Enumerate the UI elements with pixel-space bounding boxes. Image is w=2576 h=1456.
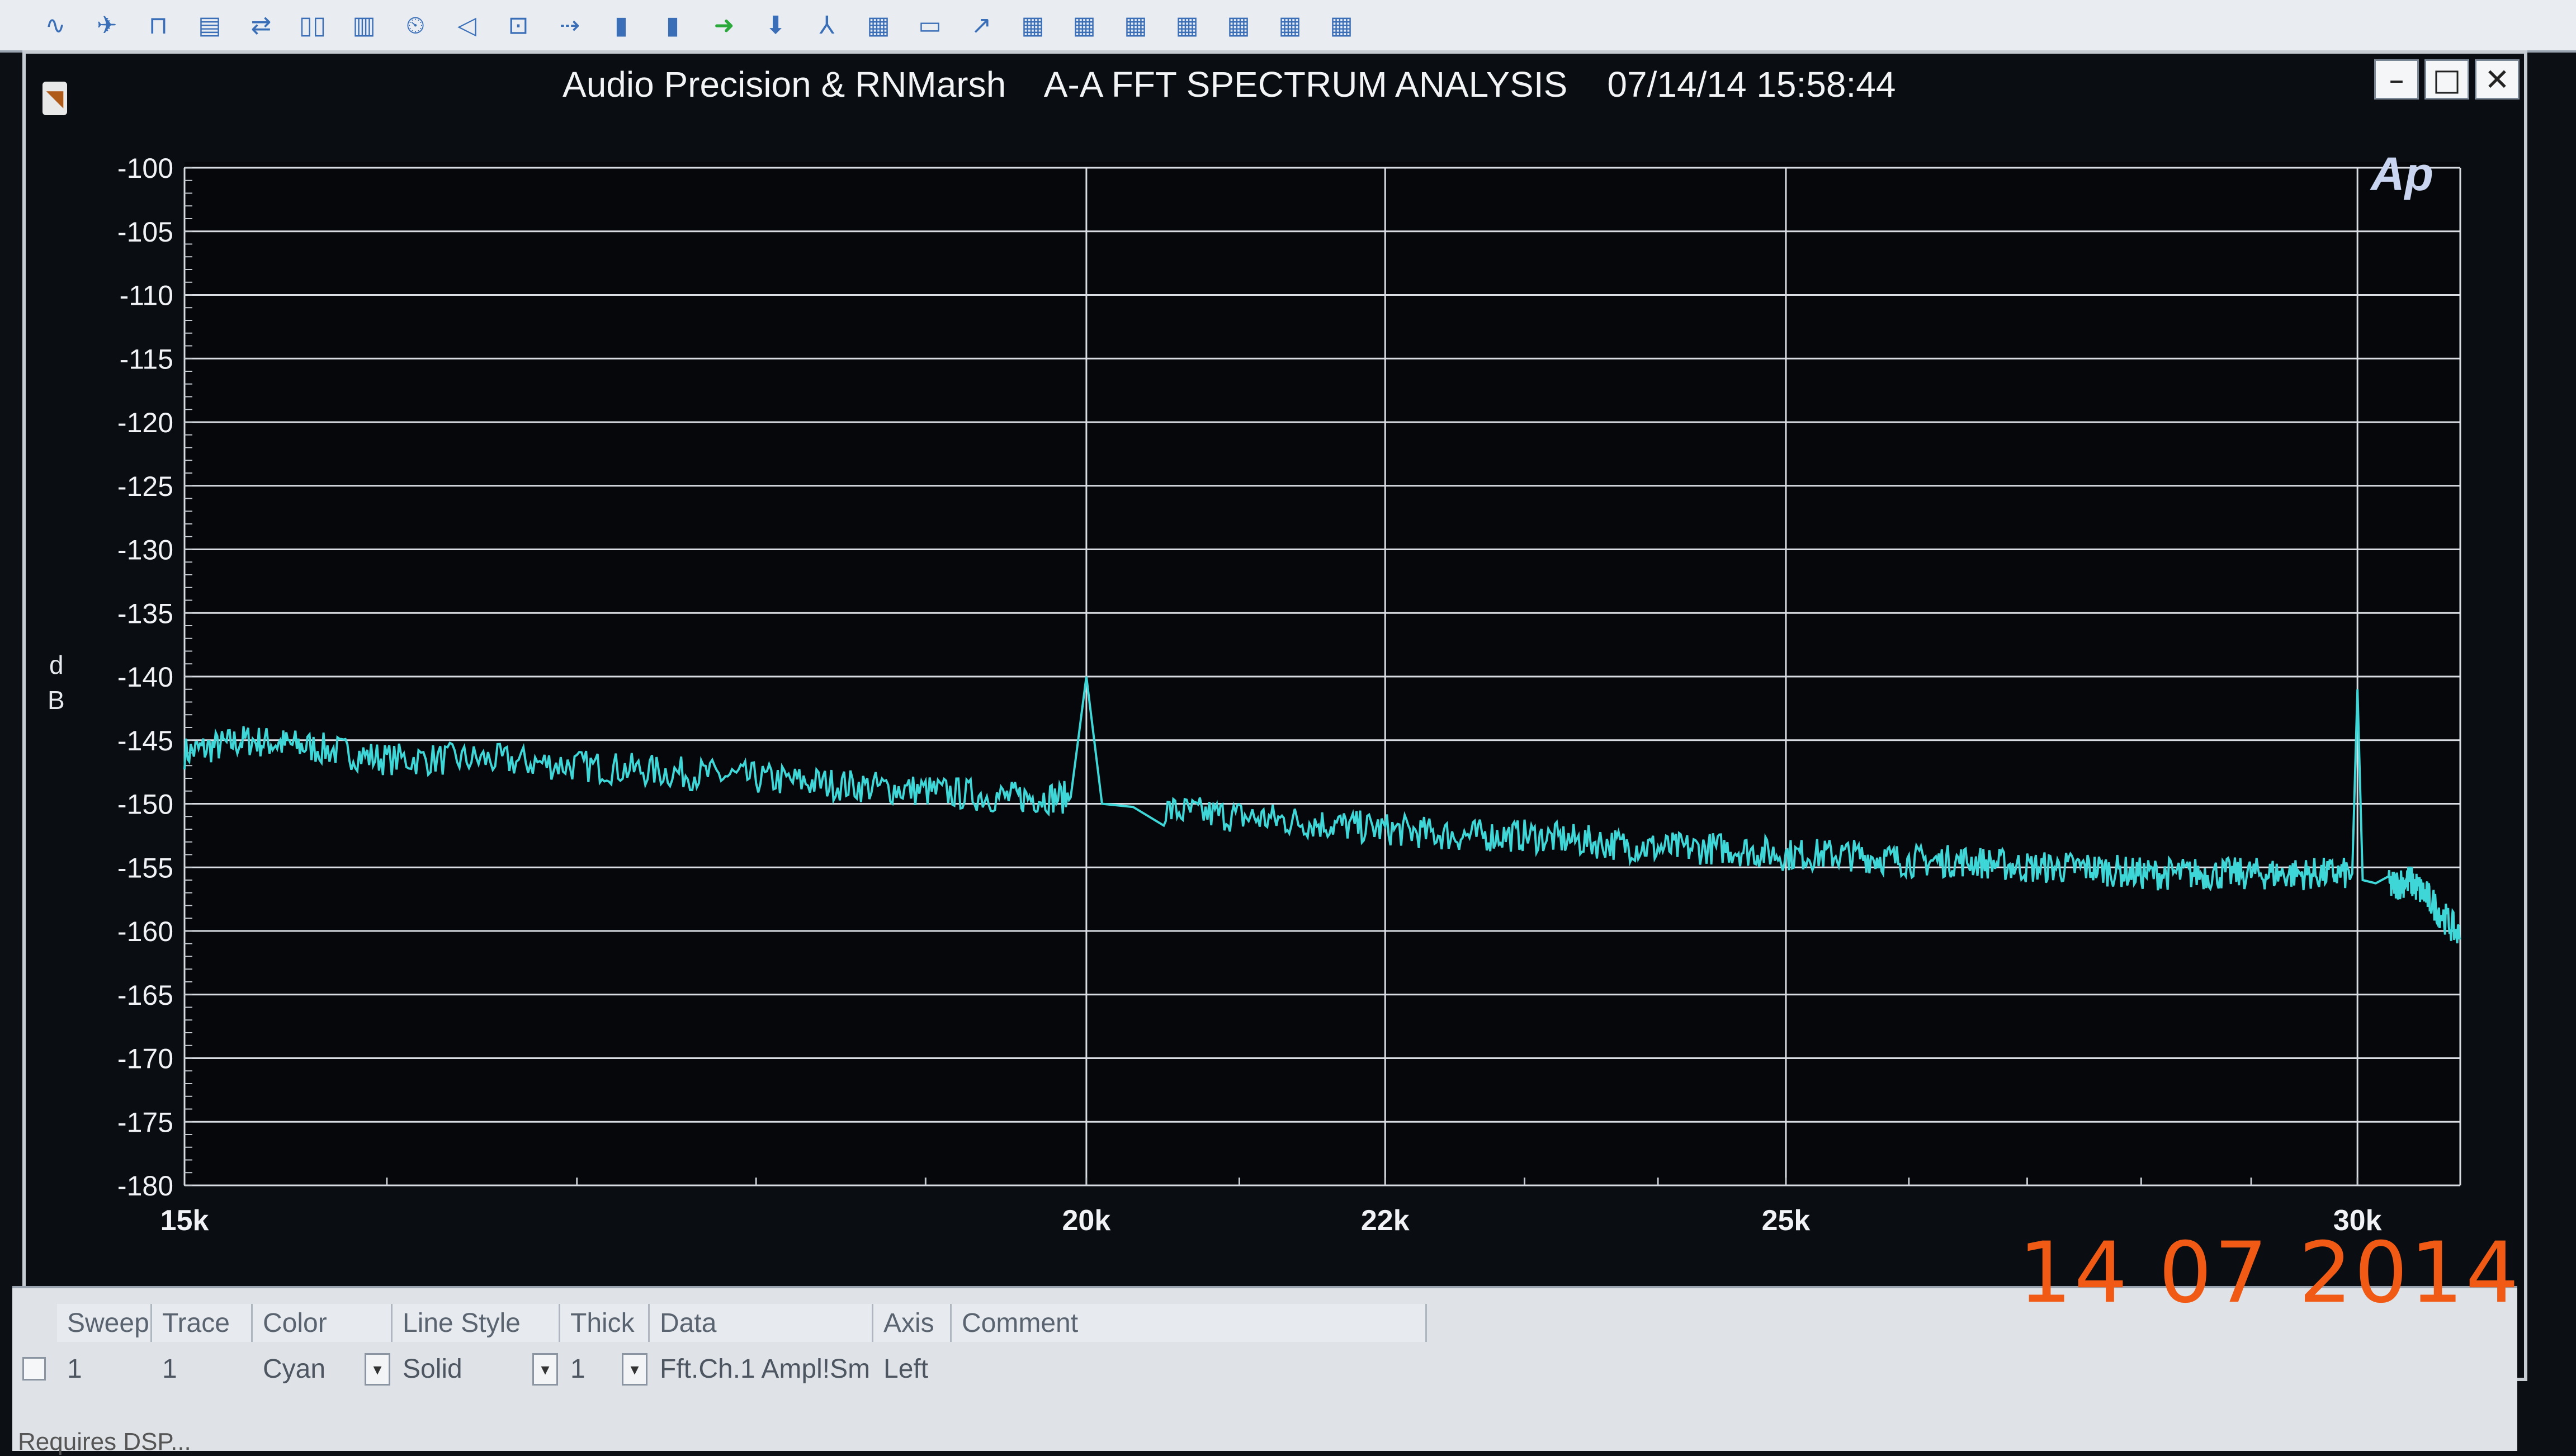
y-tick-label: -130 xyxy=(117,535,173,566)
cell-comment[interactable] xyxy=(952,1350,1427,1388)
header-axis[interactable]: Axis xyxy=(873,1304,952,1342)
cell-color[interactable]: Cyan xyxy=(253,1350,381,1388)
line-style-dropdown-icon[interactable]: ▾ xyxy=(532,1353,558,1386)
y-tick-label: -105 xyxy=(117,216,173,248)
cell-trace[interactable]: 1 xyxy=(152,1350,253,1388)
x-tick-label: 15k xyxy=(160,1204,209,1237)
y-tick-label: -110 xyxy=(120,280,173,311)
y-tick-label: -165 xyxy=(117,980,173,1011)
header-line-style[interactable]: Line Style xyxy=(393,1304,560,1342)
y-tick-label: -175 xyxy=(117,1107,173,1138)
header-data[interactable]: Data xyxy=(650,1304,873,1342)
y-tick-label: -180 xyxy=(117,1170,173,1202)
y-tick-label: -160 xyxy=(117,916,173,947)
header-thick[interactable]: Thick xyxy=(560,1304,650,1342)
header-trace[interactable]: Trace xyxy=(152,1304,253,1342)
date-stamp: 14 07 2014 xyxy=(2019,1225,2521,1322)
ap-logo: Ap xyxy=(2370,148,2433,200)
y-tick-label: -135 xyxy=(117,598,173,629)
y-tick-label: -145 xyxy=(117,725,173,757)
plot-area xyxy=(185,162,2460,1185)
thick-dropdown-icon[interactable]: ▾ xyxy=(622,1353,647,1386)
y-tick-label: -140 xyxy=(117,661,173,693)
y-tick-label: -150 xyxy=(117,789,173,820)
x-tick-label: 22k xyxy=(1361,1204,1410,1237)
header-sweep[interactable]: Sweep xyxy=(57,1304,152,1342)
y-tick-label: -155 xyxy=(117,852,173,883)
cell-line-style[interactable]: Solid xyxy=(393,1350,543,1388)
y-tick-label: -120 xyxy=(117,407,173,438)
cell-data[interactable]: Fft.Ch.1 Ampl!Sm xyxy=(650,1350,873,1388)
cell-sweep[interactable]: 1 xyxy=(57,1350,152,1388)
y-axis-label-b: B xyxy=(48,686,65,715)
x-tick-label: 20k xyxy=(1062,1204,1111,1237)
color-dropdown-icon[interactable]: ▾ xyxy=(365,1353,390,1386)
y-tick-label: -170 xyxy=(117,1043,173,1075)
row-checkbox[interactable] xyxy=(12,1350,46,1388)
y-axis-label-d: d xyxy=(49,650,64,679)
header-comment[interactable]: Comment xyxy=(952,1304,1427,1342)
y-tick-label: -115 xyxy=(120,343,173,375)
cell-axis[interactable]: Left xyxy=(873,1350,952,1388)
header-color[interactable]: Color xyxy=(253,1304,393,1342)
x-tick-label: 25k xyxy=(1762,1204,1811,1237)
status-text: Requires DSP... xyxy=(18,1428,191,1455)
y-tick-label: -100 xyxy=(117,153,173,184)
checkbox-icon[interactable] xyxy=(22,1357,46,1381)
y-tick-label: -125 xyxy=(117,471,173,502)
